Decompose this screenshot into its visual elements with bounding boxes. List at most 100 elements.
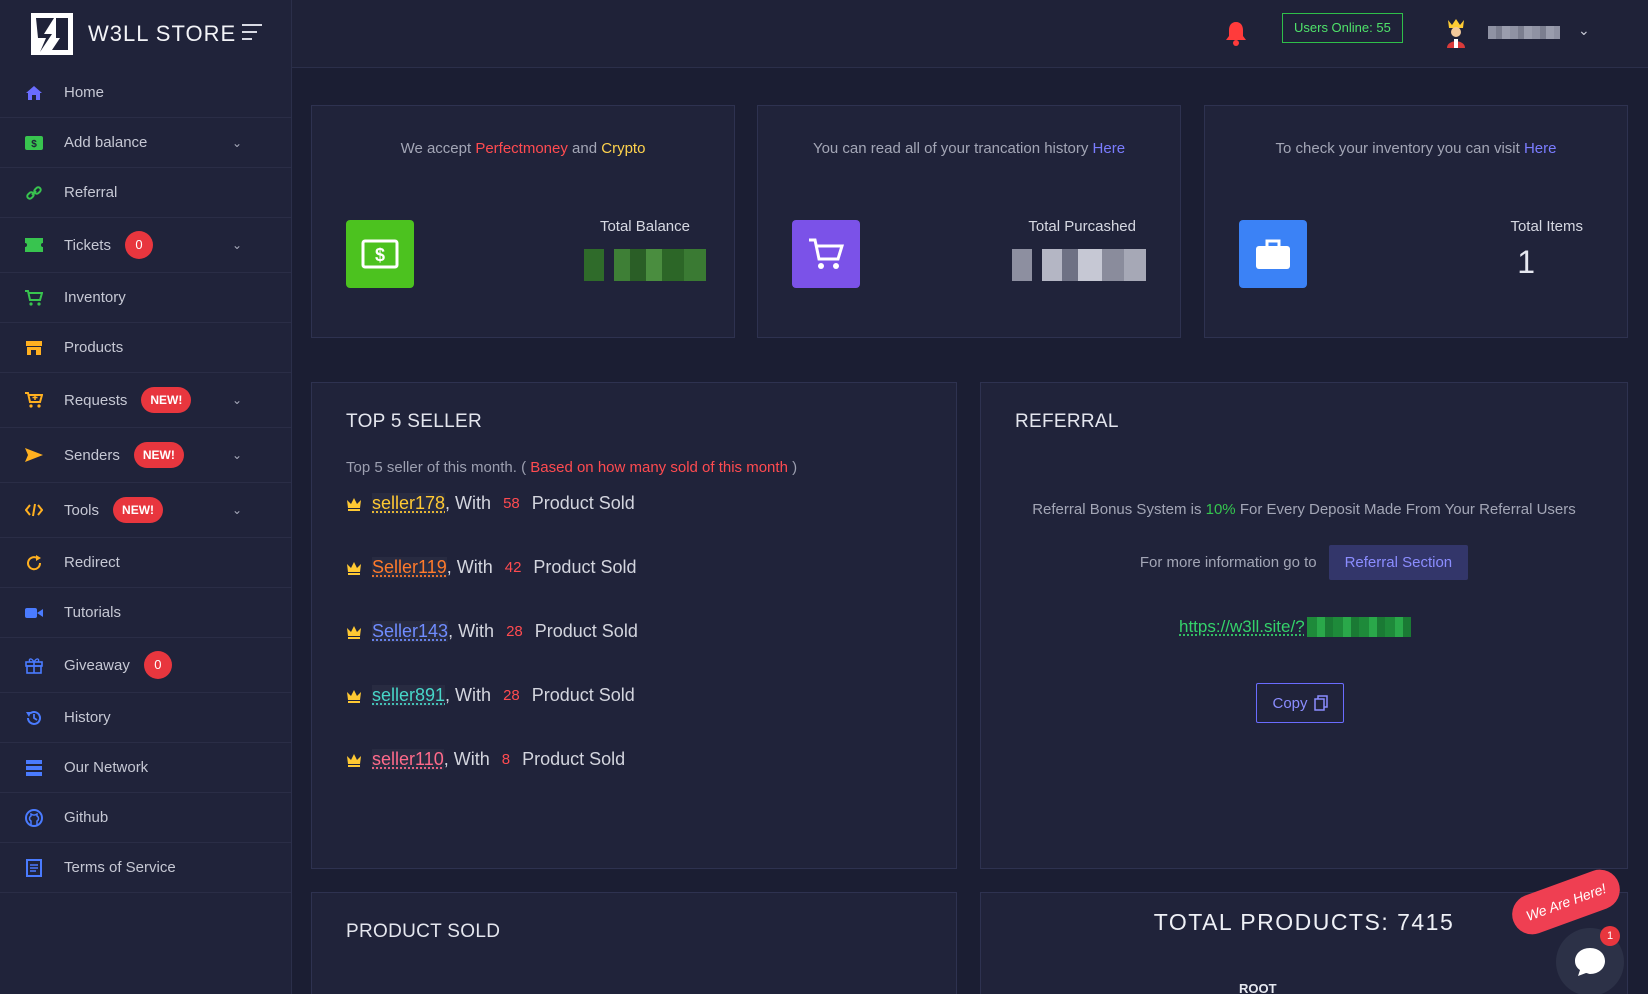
total-items-label: Total Items: [1510, 218, 1583, 235]
avatar[interactable]: [1444, 18, 1468, 48]
sidebar-item-add-balance[interactable]: $ Add balance ⌄: [0, 118, 291, 168]
seller-name[interactable]: seller178: [372, 493, 446, 514]
sidebar-item-home[interactable]: Home: [0, 68, 291, 118]
sidebar-item-label: Terms of Service: [64, 859, 176, 876]
seller-row: seller891, With 28 Product Sold: [346, 685, 635, 706]
total-items-value: 1: [1517, 244, 1535, 280]
sidebar-item-inventory[interactable]: Inventory: [0, 273, 291, 323]
giveaway-count-badge: 0: [143, 651, 172, 679]
chevron-down-icon: ⌄: [232, 503, 243, 517]
sidebar-item-requests[interactable]: Requests NEW! ⌄: [0, 373, 291, 428]
sidebar-item-tickets[interactable]: Tickets 0 ⌄: [0, 218, 291, 273]
inventory-prefix: To check your inventory you can visit: [1275, 140, 1524, 157]
payment-and: and: [567, 140, 602, 157]
crown-icon: [347, 625, 361, 639]
copy-button[interactable]: Copy: [1256, 683, 1344, 723]
crown-icon: [347, 753, 361, 767]
chat-icon: [1575, 948, 1605, 976]
total-balance-redacted: [584, 249, 706, 281]
sidebar-item-history[interactable]: History: [0, 693, 291, 743]
crypto-link[interactable]: Crypto: [601, 140, 645, 157]
sold-label: Product Sold: [531, 685, 635, 705]
history-prefix: You can read all of your trancation hist…: [812, 140, 1093, 157]
sold-count: 58: [503, 495, 520, 512]
sidebar-item-giveaway[interactable]: Giveaway 0: [0, 638, 291, 693]
username-redacted[interactable]: [1488, 26, 1560, 39]
payment-methods-text: We accept Perfectmoney and Crypto: [312, 140, 734, 157]
dollar-icon: $: [346, 220, 414, 288]
sidebar-item-referral[interactable]: Referral: [0, 168, 291, 218]
sold-label: Product Sold: [533, 557, 637, 577]
sidebar-item-label: Our Network: [64, 759, 149, 776]
sidebar-item-terms-of-service[interactable]: Terms of Service: [0, 843, 291, 893]
logo-icon: [31, 13, 73, 55]
total-purchased-label: Total Purcashed: [1028, 218, 1136, 235]
gift-icon: [24, 655, 44, 675]
store-icon: [24, 338, 44, 358]
history-icon: [24, 708, 44, 728]
bonus-prefix: Referral Bonus System is: [1032, 501, 1206, 518]
users-online-badge: Users Online: 55: [1282, 13, 1403, 43]
product-sold-title: PRODUCT SOLD: [346, 921, 501, 942]
sidebar-item-tutorials[interactable]: Tutorials: [0, 588, 291, 638]
svg-text:$: $: [375, 245, 385, 265]
copy-icon: [1313, 695, 1328, 711]
brand-name: W3LL STORE: [88, 21, 237, 46]
inventory-here-link[interactable]: Here: [1524, 140, 1557, 157]
payment-prefix: We accept: [400, 140, 476, 157]
ticket-icon: [24, 235, 44, 255]
referral-section-button[interactable]: Referral Section: [1328, 545, 1469, 580]
sidebar-item-label: History: [64, 709, 111, 726]
with-label: , With: [446, 557, 493, 577]
chevron-down-icon[interactable]: ⌄: [1578, 22, 1590, 39]
tickets-count-badge: 0: [124, 231, 153, 259]
sidebar-item-tools[interactable]: Tools NEW! ⌄: [0, 483, 291, 538]
perfectmoney-link[interactable]: Perfectmoney: [475, 140, 568, 157]
referral-info-row: For more information go to Referral Sect…: [981, 545, 1627, 580]
product-sold-card: PRODUCT SOLD: [311, 892, 957, 994]
seller-name[interactable]: Seller119: [372, 557, 447, 578]
cart-icon: [792, 220, 860, 288]
with-label: , With: [445, 685, 492, 705]
referral-link[interactable]: https://w3ll.site/?: [1179, 617, 1411, 637]
money-icon: $: [24, 133, 44, 153]
sidebar-item-our-network[interactable]: Our Network: [0, 743, 291, 793]
sidebar-item-label: Senders: [64, 446, 120, 464]
history-here-link[interactable]: Here: [1093, 140, 1126, 157]
crown-icon: [347, 497, 361, 511]
menu-toggle-icon[interactable]: [242, 24, 264, 42]
sidebar-item-label: Referral: [64, 184, 118, 201]
bonus-percent: 10%: [1205, 501, 1236, 518]
sidebar-item-products[interactable]: Products: [0, 323, 291, 373]
send-icon: [24, 445, 44, 465]
referral-info-text: For more information go to: [1139, 554, 1317, 571]
chevron-down-icon: ⌄: [232, 135, 243, 150]
seller-name[interactable]: seller891: [372, 685, 446, 706]
sidebar-item-label: Tutorials: [64, 604, 121, 621]
sold-label: Product Sold: [531, 493, 635, 513]
sold-label: Product Sold: [534, 621, 638, 641]
seller-row: seller178, With 58 Product Sold: [346, 493, 635, 514]
briefcase-icon: [1239, 220, 1307, 288]
seller-name[interactable]: Seller143: [372, 621, 449, 642]
sidebar-item-label: Giveaway: [64, 656, 130, 674]
sidebar-item-redirect[interactable]: Redirect: [0, 538, 291, 588]
with-label: , With: [445, 493, 492, 513]
total-purchased-redacted: [1012, 249, 1146, 281]
referral-bonus-text: Referral Bonus System is 10% For Every D…: [981, 501, 1627, 518]
sidebar-item-github[interactable]: Github: [0, 793, 291, 843]
code-icon: [24, 500, 44, 520]
sidebar-item-label: Products: [64, 339, 124, 356]
new-badge: NEW!: [113, 497, 164, 523]
notification-bell-icon[interactable]: [1224, 20, 1248, 46]
subtitle-highlight: Based on how many sold of this month: [530, 459, 788, 476]
with-label: , With: [448, 621, 495, 641]
sidebar-item-senders[interactable]: Senders NEW! ⌄: [0, 428, 291, 483]
refresh-icon: [24, 553, 44, 573]
chat-notification-badge: 1: [1600, 926, 1620, 946]
seller-name[interactable]: seller110: [372, 749, 444, 770]
cart-icon: [24, 288, 44, 308]
chevron-down-icon: ⌄: [232, 448, 243, 462]
link-icon: [24, 183, 44, 203]
root-label: ROOT: [1239, 981, 1277, 994]
